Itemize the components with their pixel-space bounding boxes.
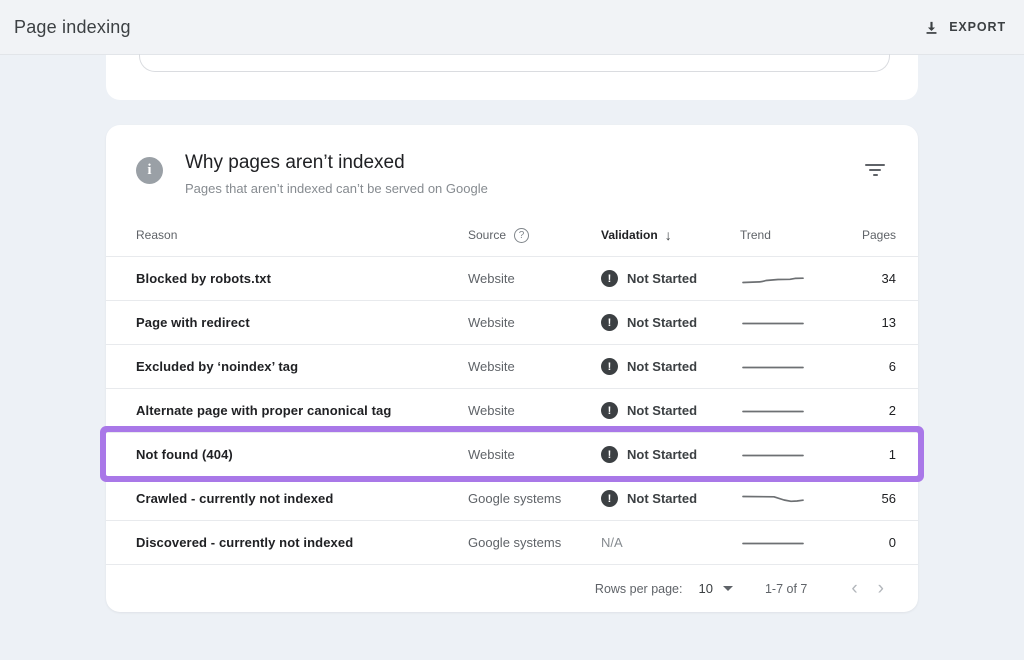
source-cell: Website [468, 447, 601, 462]
trend-cell [736, 271, 841, 287]
pages-cell: 2 [841, 403, 896, 418]
validation-cell: !N/A [601, 535, 736, 550]
why-pages-arent-indexed-card: i Why pages aren’t indexed Pages that ar… [106, 125, 918, 612]
validation-label: Not Started [627, 403, 697, 418]
pages-cell: 56 [841, 491, 896, 506]
table-row[interactable]: Excluded by ‘noindex’ tag Website ! Not S… [106, 344, 918, 388]
validation-label: Not Started [627, 315, 697, 330]
table-row[interactable]: Alternate page with proper canonical tag… [106, 388, 918, 432]
trend-sparkline [740, 491, 806, 507]
pages-cell: 1 [841, 447, 896, 462]
info-icon: i [136, 157, 163, 184]
trend-cell [736, 403, 841, 419]
reason-cell: Crawled - currently not indexed [136, 491, 468, 506]
filter-button[interactable] [858, 158, 892, 185]
export-button[interactable]: EXPORT [923, 19, 1006, 36]
validation-label: Not Started [627, 271, 697, 286]
card-header: i Why pages aren’t indexed Pages that ar… [106, 125, 918, 196]
validation-label: Not Started [627, 491, 697, 506]
pages-cell: 34 [841, 271, 896, 286]
rows-per-page-select[interactable]: 10 [698, 581, 732, 596]
page-title: Page indexing [14, 17, 131, 38]
trend-sparkline [740, 447, 806, 463]
validation-cell: ! Not Started [601, 270, 736, 287]
rows-per-page-value: 10 [698, 581, 712, 596]
column-header-reason[interactable]: Reason [136, 228, 468, 242]
trend-cell [736, 491, 841, 507]
table-row[interactable]: Crawled - currently not indexed Google s… [106, 476, 918, 520]
warning-icon: ! [601, 358, 618, 375]
validation-header-label: Validation [601, 228, 658, 242]
validation-cell: ! Not Started [601, 490, 736, 507]
trend-cell [736, 535, 841, 551]
validation-cell: ! Not Started [601, 402, 736, 419]
reason-cell: Page with redirect [136, 315, 468, 330]
trend-sparkline [740, 359, 806, 375]
trend-sparkline [740, 535, 806, 551]
trend-cell [736, 447, 841, 463]
dropdown-arrow-icon [723, 586, 733, 591]
validation-label: Not Started [627, 447, 697, 462]
source-cell: Website [468, 271, 601, 286]
validation-cell: ! Not Started [601, 314, 736, 331]
source-cell: Website [468, 403, 601, 418]
column-header-trend: Trend [736, 228, 841, 242]
partial-searchbox-outline [139, 54, 890, 72]
reason-cell: Discovered - currently not indexed [136, 535, 468, 550]
table-header-row: Reason Source ? Validation ↓ Trend Pages [106, 214, 918, 256]
warning-icon: ! [601, 314, 618, 331]
source-cell: Website [468, 359, 601, 374]
panel-subtitle: Pages that aren’t indexed can’t be serve… [185, 181, 858, 196]
pages-cell: 6 [841, 359, 896, 374]
pages-cell: 13 [841, 315, 896, 330]
partial-top-card [106, 55, 918, 100]
next-page-button[interactable]: › [868, 575, 894, 602]
table-row[interactable]: Page with redirect Website !Not Started … [106, 300, 918, 344]
trend-sparkline [740, 315, 806, 331]
trend-cell [736, 315, 841, 331]
pagination-range: 1-7 of 7 [765, 582, 807, 596]
table-row[interactable]: Discovered - currently not indexed Googl… [106, 520, 918, 564]
warning-icon: ! [601, 402, 618, 419]
help-icon[interactable]: ? [514, 228, 529, 243]
table-row-highlighted[interactable]: Not found (404) Website ! Not Started 1 [106, 432, 918, 476]
validation-cell: ! Not Started [601, 446, 736, 463]
reason-cell: Alternate page with proper canonical tag [136, 403, 468, 418]
validation-label: Not Started [627, 359, 697, 374]
warning-icon: ! [601, 270, 618, 287]
reason-cell: Excluded by ‘noindex’ tag [136, 359, 468, 374]
reason-cell: Not found (404) [136, 447, 468, 462]
table-footer: Rows per page: 10 1-7 of 7 ‹ › [106, 564, 918, 612]
table-row[interactable]: Blocked by robots.txt Website ! Not Start… [106, 256, 918, 300]
pages-cell: 0 [841, 535, 896, 550]
previous-page-button[interactable]: ‹ [841, 575, 867, 602]
trend-cell [736, 359, 841, 375]
export-label: EXPORT [949, 20, 1006, 34]
validation-cell: ! Not Started [601, 358, 736, 375]
sort-descending-icon: ↓ [665, 227, 672, 243]
source-cell: Google systems [468, 535, 601, 550]
column-header-source[interactable]: Source ? [468, 228, 601, 243]
column-header-pages[interactable]: Pages [841, 228, 896, 242]
panel-title: Why pages aren’t indexed [185, 152, 858, 174]
source-cell: Website [468, 315, 601, 330]
warning-icon: ! [601, 490, 618, 507]
source-cell: Google systems [468, 491, 601, 506]
download-icon [923, 19, 940, 36]
column-header-validation[interactable]: Validation ↓ [601, 227, 736, 243]
reason-cell: Blocked by robots.txt [136, 271, 468, 286]
trend-sparkline [740, 403, 806, 419]
filter-icon [864, 164, 886, 176]
warning-icon: ! [601, 446, 618, 463]
trend-sparkline [740, 271, 806, 287]
source-header-label: Source [468, 228, 506, 242]
top-app-bar: Page indexing EXPORT [0, 0, 1024, 55]
validation-label: N/A [601, 535, 623, 550]
rows-per-page-label: Rows per page: [595, 582, 683, 596]
